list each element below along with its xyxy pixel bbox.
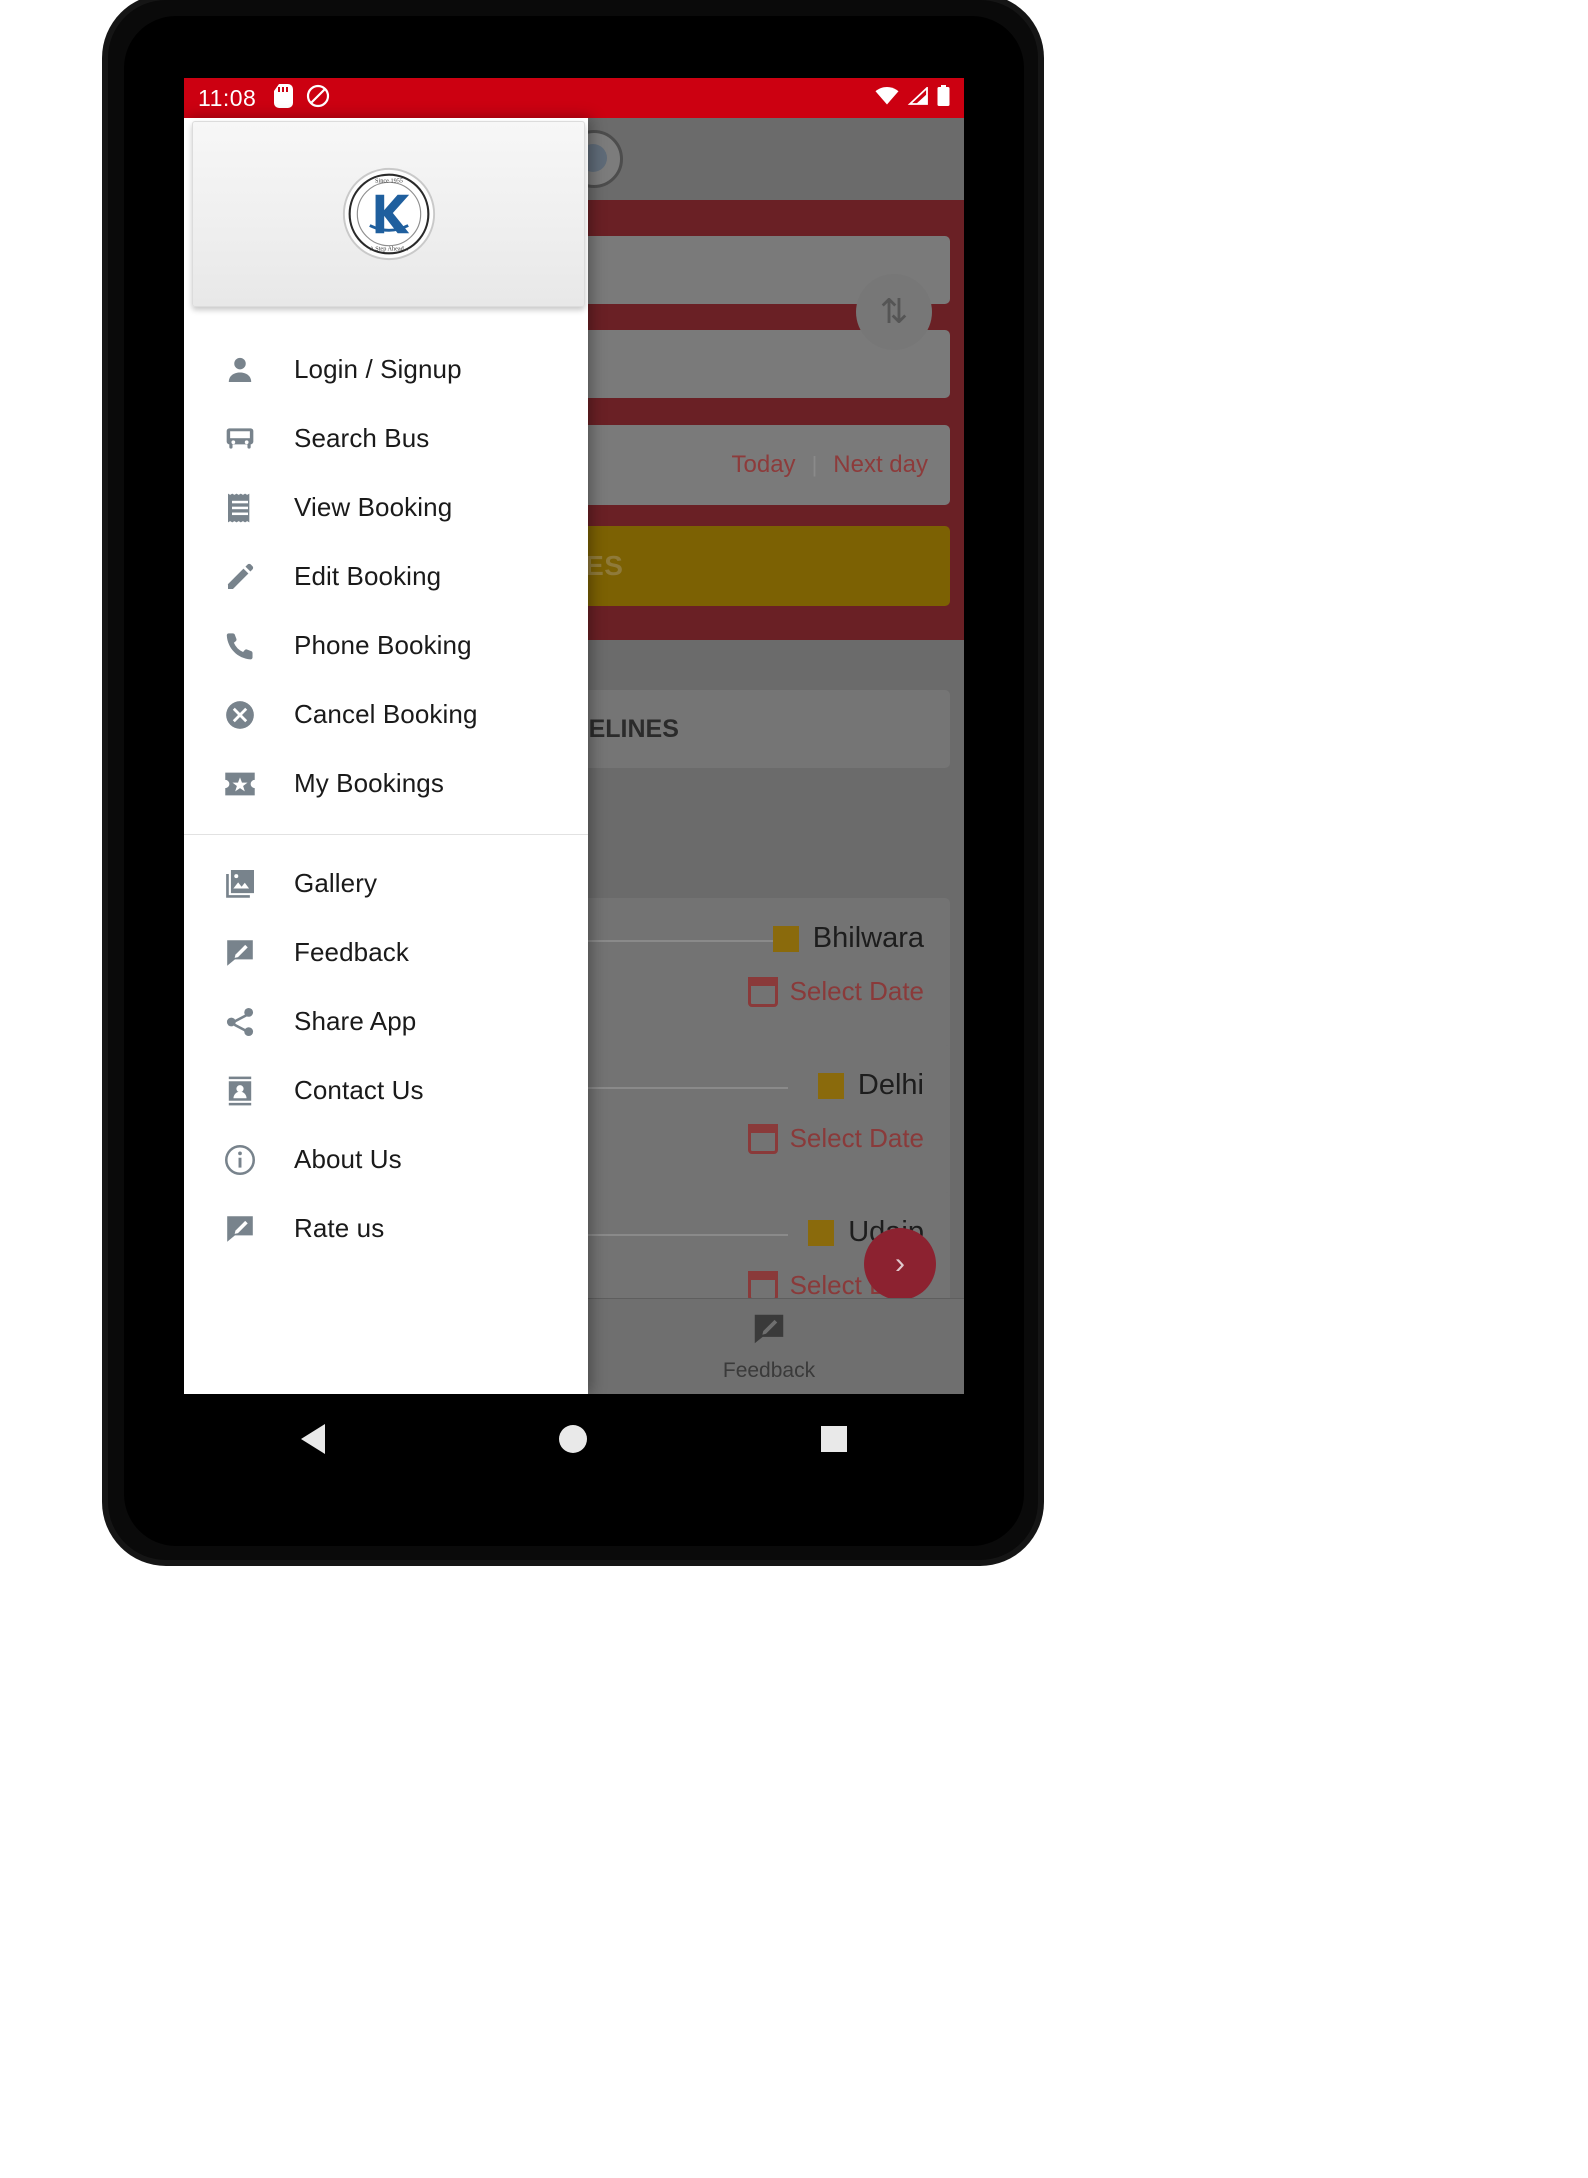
phone-screen: 11:08 ⇅ Today | Next day GUIDELINES Bhil… xyxy=(184,78,964,1394)
phone-icon xyxy=(218,624,262,668)
menu-item-label: Search Bus xyxy=(294,423,430,453)
menu-item-login-signup[interactable]: Login / Signup xyxy=(184,335,588,404)
menu-divider xyxy=(184,834,588,835)
drawer-header: Since 1955 A Step Ahead... xyxy=(192,121,585,307)
do-not-disturb-icon xyxy=(306,84,330,113)
menu-item-label: View Booking xyxy=(294,492,453,522)
menu-item-label: My Bookings xyxy=(294,768,444,798)
feedback-icon xyxy=(218,931,262,975)
status-bar-right-icons xyxy=(875,84,950,112)
wifi-icon xyxy=(875,86,899,110)
menu-item-label: About Us xyxy=(294,1144,402,1174)
recents-square-icon[interactable] xyxy=(821,1426,847,1452)
svg-text:Since 1955: Since 1955 xyxy=(375,177,403,184)
android-system-navigation xyxy=(184,1394,964,1484)
menu-item-rate-us[interactable]: Rate us xyxy=(184,1194,588,1263)
menu-item-contact-us[interactable]: Contact Us xyxy=(184,1056,588,1125)
contact-card-icon xyxy=(218,1069,262,1113)
menu-item-cancel-booking[interactable]: Cancel Booking xyxy=(184,680,588,749)
cellular-signal-icon xyxy=(907,85,929,110)
receipt-icon xyxy=(218,486,262,530)
menu-item-about-us[interactable]: About Us xyxy=(184,1125,588,1194)
menu-item-label: Rate us xyxy=(294,1213,385,1243)
status-bar-left-icons xyxy=(274,83,330,113)
menu-item-my-bookings[interactable]: My Bookings xyxy=(184,749,588,818)
person-icon xyxy=(218,348,262,392)
sd-card-icon xyxy=(274,83,294,113)
menu-item-label: Gallery xyxy=(294,868,378,898)
brand-logo-icon: Since 1955 A Step Ahead... xyxy=(342,167,435,261)
menu-item-label: Edit Booking xyxy=(294,561,442,591)
menu-item-edit-booking[interactable]: Edit Booking xyxy=(184,542,588,611)
info-icon xyxy=(218,1138,262,1182)
menu-item-label: Feedback xyxy=(294,937,409,967)
rate-icon xyxy=(218,1207,262,1251)
menu-item-search-bus[interactable]: Search Bus xyxy=(184,404,588,473)
menu-item-gallery[interactable]: Gallery xyxy=(184,849,588,918)
cancel-circle-icon xyxy=(218,693,262,737)
menu-item-feedback[interactable]: Feedback xyxy=(184,918,588,987)
menu-item-view-booking[interactable]: View Booking xyxy=(184,473,588,542)
menu-item-label: Contact Us xyxy=(294,1075,424,1105)
status-bar: 11:08 xyxy=(184,78,964,118)
navigation-drawer: Since 1955 A Step Ahead... Login / Signu… xyxy=(184,118,588,1394)
ticket-star-icon xyxy=(218,762,262,806)
svg-text:A Step Ahead...: A Step Ahead... xyxy=(369,245,408,252)
home-circle-icon[interactable] xyxy=(559,1425,587,1453)
battery-icon xyxy=(937,84,950,112)
menu-item-share-app[interactable]: Share App xyxy=(184,987,588,1056)
status-bar-clock: 11:08 xyxy=(198,84,257,111)
menu-item-label: Phone Booking xyxy=(294,630,472,660)
pencil-icon xyxy=(218,555,262,599)
menu-item-label: Share App xyxy=(294,1006,417,1036)
menu-item-label: Cancel Booking xyxy=(294,699,478,729)
gallery-icon xyxy=(218,862,262,906)
drawer-menu: Login / Signup Search Bus View Booking E… xyxy=(184,307,588,1263)
menu-item-phone-booking[interactable]: Phone Booking xyxy=(184,611,588,680)
bus-icon xyxy=(218,417,262,461)
menu-item-label: Login / Signup xyxy=(294,354,462,384)
back-triangle-icon[interactable] xyxy=(301,1424,325,1454)
share-icon xyxy=(218,1000,262,1044)
